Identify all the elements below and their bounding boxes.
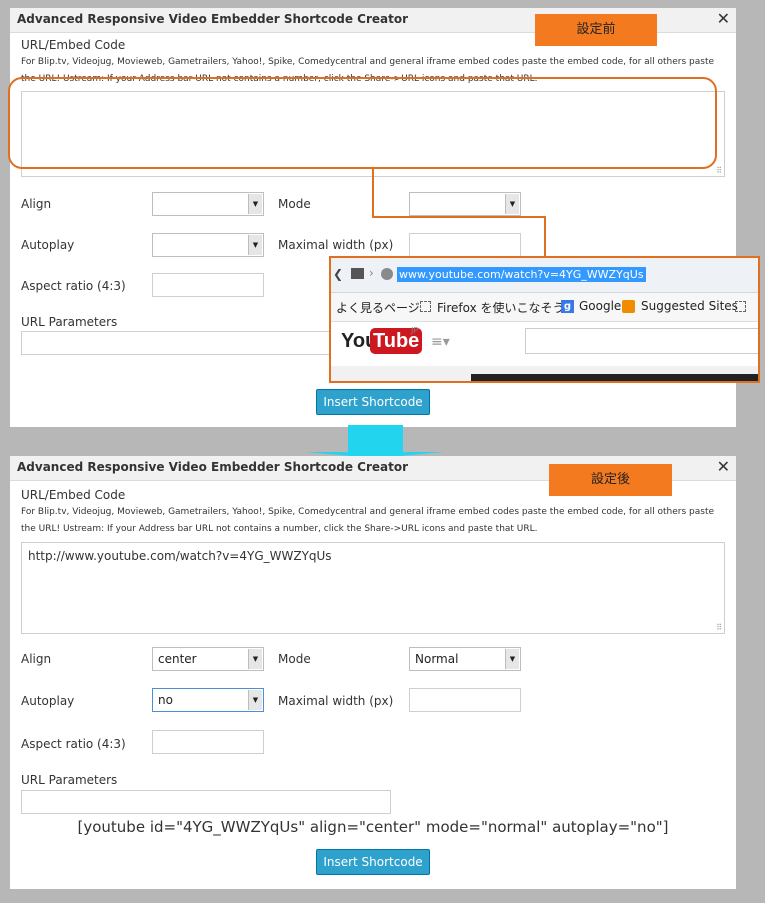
url-label: URL/Embed Code: [21, 488, 126, 502]
globe-icon: [381, 268, 393, 280]
chevron-down-icon: ▼: [248, 690, 262, 710]
bookmark-frequent[interactable]: よく見るページ: [336, 299, 420, 316]
align-label: Align: [21, 652, 52, 666]
chevron-down-icon: ▼: [248, 235, 262, 255]
bookmarks-bar: よく見るページ Firefox を使いこなそう g Google Suggest…: [331, 293, 758, 322]
generated-shortcode: [youtube id="4YG_WWZYqUs" align="center"…: [77, 818, 669, 836]
chevron-down-icon: ▼: [505, 649, 519, 669]
chevron-right-icon: ›: [369, 266, 374, 280]
connector-line: [372, 216, 546, 218]
mode-value: Normal: [415, 652, 459, 666]
connector-line: [372, 169, 374, 218]
align-select[interactable]: center ▼: [152, 647, 264, 671]
after-badge: 設定後: [549, 464, 672, 496]
params-label: URL Parameters: [21, 773, 118, 787]
bookmark-google[interactable]: Google: [579, 299, 621, 313]
bookmark-page-icon: [735, 301, 746, 312]
page-content-strip: [331, 366, 758, 381]
dialog-title: Advanced Responsive Video Embedder Short…: [17, 12, 409, 26]
annotation-highlight: [8, 77, 717, 169]
back-icon[interactable]: ❮: [333, 267, 343, 281]
help-text: For Blip.tv, Videojug, Movieweb, Gametra…: [21, 507, 715, 534]
dialog-after: Advanced Responsive Video Embedder Short…: [10, 456, 736, 889]
close-icon[interactable]: ✕: [717, 457, 730, 476]
region-label: JP: [411, 326, 419, 335]
mode-select[interactable]: ▼: [409, 192, 521, 216]
youtube-search-input[interactable]: [525, 328, 758, 354]
aspect-label: Aspect ratio (4:3): [21, 737, 126, 751]
connector-line: [544, 216, 546, 257]
chevron-down-icon: ▼: [248, 194, 262, 214]
chevron-down-icon: ▼: [505, 194, 519, 214]
aspect-label: Aspect ratio (4:3): [21, 279, 126, 293]
maxwidth-input[interactable]: [409, 233, 521, 257]
resize-grip-icon[interactable]: ⠿: [716, 166, 722, 175]
mode-label: Mode: [278, 197, 311, 211]
params-label: URL Parameters: [21, 315, 118, 329]
folder-icon: [351, 268, 364, 279]
maxwidth-input[interactable]: [409, 688, 521, 712]
aspect-input[interactable]: [152, 730, 264, 754]
url-embed-textarea[interactable]: http://www.youtube.com/watch?v=4YG_WWZYq…: [21, 542, 725, 634]
browser-snippet: ❮ › www.youtube.com/watch?v=4YG_WWZYqUs …: [329, 256, 760, 383]
close-icon[interactable]: ✕: [717, 9, 730, 28]
url-label: URL/Embed Code: [21, 38, 126, 52]
bookmark-suggested[interactable]: Suggested Sites: [641, 299, 738, 313]
autoplay-value: no: [158, 693, 173, 707]
address-bar: ❮ › www.youtube.com/watch?v=4YG_WWZYqUs: [331, 258, 758, 293]
dialog-title: Advanced Responsive Video Embedder Short…: [17, 460, 409, 474]
before-badge: 設定前: [535, 14, 657, 46]
mode-label: Mode: [278, 652, 311, 666]
url-embed-value: http://www.youtube.com/watch?v=4YG_WWZYq…: [28, 549, 332, 563]
autoplay-label: Autoplay: [21, 694, 75, 708]
align-select[interactable]: ▼: [152, 192, 264, 216]
address-url[interactable]: www.youtube.com/watch?v=4YG_WWZYqUs: [397, 267, 646, 282]
aspect-input[interactable]: [152, 273, 264, 297]
insert-shortcode-button[interactable]: Insert Shortcode: [316, 389, 430, 415]
bookmark-firefox[interactable]: Firefox を使いこなそう: [437, 299, 565, 316]
align-value: center: [158, 652, 197, 666]
params-input[interactable]: [21, 790, 391, 814]
align-label: Align: [21, 197, 52, 211]
suggested-sites-icon: [622, 300, 635, 313]
autoplay-select[interactable]: ▼: [152, 233, 264, 257]
resize-grip-icon[interactable]: ⠿: [716, 623, 722, 632]
mode-select[interactable]: Normal ▼: [409, 647, 521, 671]
video-thumbnail: [471, 374, 758, 381]
google-icon: g: [561, 300, 574, 313]
autoplay-label: Autoplay: [21, 238, 75, 252]
youtube-header: You Tube JP ≡▾: [331, 322, 758, 366]
menu-icon[interactable]: ≡▾: [431, 334, 450, 350]
maxwidth-label: Maximal width (px): [278, 694, 394, 708]
maxwidth-label: Maximal width (px): [278, 238, 394, 252]
autoplay-select[interactable]: no ▼: [152, 688, 264, 712]
bookmark-page-icon: [420, 301, 431, 312]
chevron-down-icon: ▼: [248, 649, 262, 669]
insert-shortcode-button[interactable]: Insert Shortcode: [316, 849, 430, 875]
